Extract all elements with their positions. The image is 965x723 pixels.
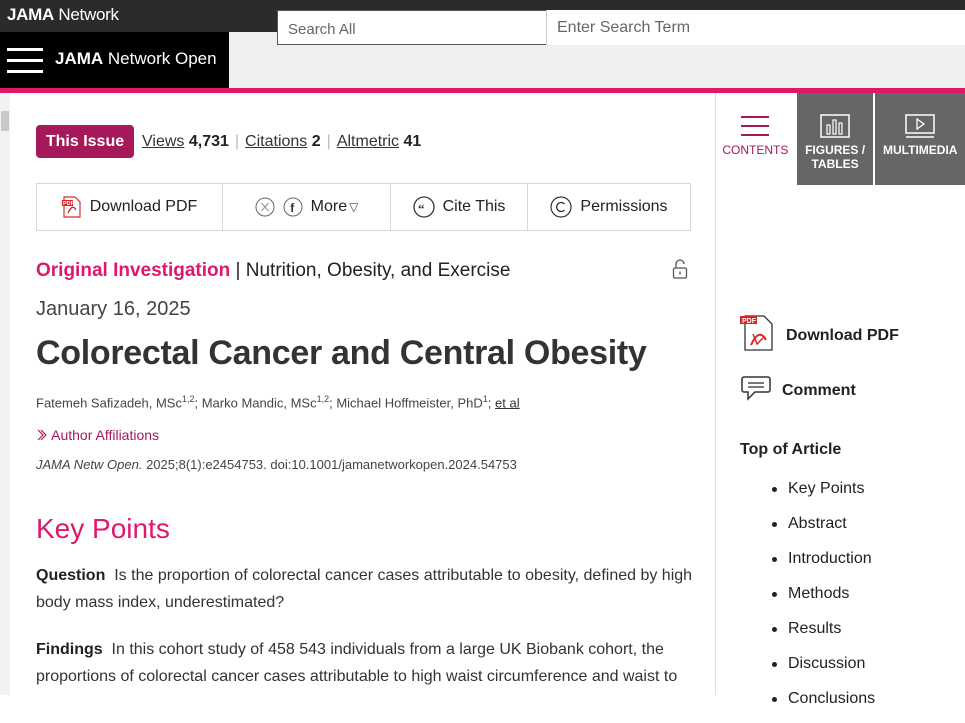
- article-category-link[interactable]: Original Investigation: [36, 260, 230, 281]
- chevron-down-icon: ▽: [349, 200, 359, 214]
- this-issue-button[interactable]: This Issue: [36, 125, 134, 158]
- comment-icon: [740, 374, 772, 407]
- article-type: Original Investigation | Nutrition, Obes…: [36, 260, 511, 281]
- views-count: 4,731: [188, 133, 229, 150]
- svg-text:f: f: [290, 201, 295, 215]
- key-points-question: Question Is the proportion of colorectal…: [36, 567, 693, 611]
- copyright-icon: [550, 196, 573, 218]
- top-of-article-link[interactable]: Top of Article: [740, 441, 841, 459]
- author-affiliation-sup: 1,2: [316, 394, 330, 404]
- tab-contents[interactable]: CONTENTS: [716, 93, 795, 185]
- pdf-icon: PDF: [740, 314, 776, 357]
- altmetric-count: 41: [403, 133, 422, 150]
- et-al-link[interactable]: et al: [495, 395, 520, 410]
- tab-multimedia-label: MULTIMEDIA: [883, 143, 958, 157]
- svg-text:PDF: PDF: [63, 201, 75, 207]
- toc-item-methods[interactable]: Methods: [770, 583, 875, 618]
- article-section-link[interactable]: Nutrition, Obesity, and Exercise: [246, 260, 511, 281]
- author-link[interactable]: Fatemeh Safizadeh, MSc: [36, 395, 182, 410]
- views-link[interactable]: Views: [142, 133, 184, 150]
- citations-count: 2: [311, 133, 321, 150]
- rail-download-pdf-label: Download PDF: [786, 326, 899, 344]
- rail-tabs: CONTENTS FIGURES / TABLES MULTIMEDIA: [716, 93, 965, 185]
- author-affiliation-sup: 1: [482, 394, 488, 404]
- article-title: Colorectal Cancer and Central Obesity: [36, 334, 647, 372]
- video-icon: [904, 109, 936, 143]
- download-pdf-button[interactable]: PDF Download PDF: [37, 184, 223, 230]
- toc-item-abstract[interactable]: Abstract: [770, 513, 875, 548]
- key-points-heading: Key Points: [36, 513, 170, 544]
- rail-download-pdf-button[interactable]: PDF Download PDF: [740, 314, 899, 357]
- facebook-share-icon[interactable]: f: [283, 197, 303, 217]
- download-pdf-label: Download PDF: [89, 198, 198, 215]
- search-scope-select[interactable]: Search All: [277, 10, 547, 45]
- author-list: Fatemeh Safizadeh, MSc1,2; Marko Mandic,…: [36, 394, 520, 411]
- svg-text:“: “: [418, 201, 425, 216]
- rail-comment-button[interactable]: Comment: [740, 374, 856, 407]
- jama-network-logo[interactable]: JAMA Network: [7, 5, 119, 25]
- altmetric-link[interactable]: Altmetric: [337, 133, 399, 150]
- author-link[interactable]: Michael Hoffmeister, PhD: [336, 395, 482, 410]
- toc-item-results[interactable]: Results: [770, 618, 875, 653]
- permissions-label: Permissions: [580, 198, 668, 215]
- open-access-lock-icon: [672, 258, 688, 285]
- author-affiliation-sup: 1,2: [181, 394, 195, 404]
- bar-chart-icon: [819, 109, 851, 143]
- list-icon: [739, 109, 771, 143]
- tab-figures-tables[interactable]: FIGURES / TABLES: [794, 93, 874, 185]
- cite-this-label: Cite This: [442, 198, 506, 215]
- svg-text:PDF: PDF: [742, 318, 757, 325]
- pdf-icon: PDF: [61, 196, 82, 218]
- citation-line: JAMA Netw Open. 2025;8(1):e2454753. doi:…: [36, 457, 517, 472]
- search-input[interactable]: [546, 10, 965, 45]
- toc-item-key-points[interactable]: Key Points: [770, 478, 875, 513]
- cite-this-button[interactable]: “ Cite This: [391, 184, 528, 230]
- article-toc: Key Points Abstract Introduction Methods…: [770, 478, 875, 723]
- author-link[interactable]: Marko Mandic, MSc: [202, 395, 317, 410]
- article-metrics: Views 4,731 | Citations 2 | Altmetric 41: [142, 133, 422, 150]
- author-affiliations-label: Author Affiliations: [51, 427, 160, 443]
- article-toolbar: PDF Download PDF f More ▽ “ Cite This Pe…: [36, 183, 691, 231]
- key-points-findings: Findings In this cohort study of 458 543…: [36, 641, 678, 685]
- toc-item-discussion[interactable]: Discussion: [770, 653, 875, 688]
- tab-figures-label: FIGURES / TABLES: [805, 143, 866, 171]
- hamburger-menu-icon[interactable]: [7, 48, 43, 74]
- author-affiliations-toggle[interactable]: Author Affiliations: [36, 427, 159, 443]
- rail-comment-label: Comment: [782, 381, 856, 399]
- quote-icon: “: [412, 196, 435, 218]
- permissions-button[interactable]: Permissions: [528, 184, 690, 230]
- x-share-icon[interactable]: [255, 197, 275, 217]
- scrollbar-thumb[interactable]: [1, 111, 9, 131]
- scrollbar[interactable]: [0, 93, 10, 695]
- share-more-button[interactable]: f More ▽: [223, 184, 391, 230]
- more-label: More: [310, 198, 348, 215]
- citations-link[interactable]: Citations: [245, 133, 307, 150]
- toc-item-introduction[interactable]: Introduction: [770, 548, 875, 583]
- chevron-right-icon: [36, 427, 51, 443]
- publication-date: January 16, 2025: [36, 298, 191, 320]
- tab-contents-label: CONTENTS: [722, 143, 789, 157]
- toc-item-conclusions[interactable]: Conclusions: [770, 688, 875, 723]
- tab-multimedia[interactable]: MULTIMEDIA: [873, 93, 965, 185]
- journal-title[interactable]: JAMA Network Open: [55, 49, 217, 69]
